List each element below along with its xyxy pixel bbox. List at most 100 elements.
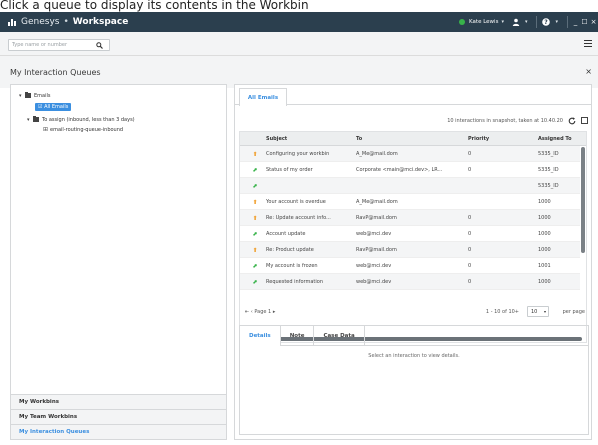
cell-priority: 0	[468, 215, 472, 221]
tree-node-label: To assign (inbound, less than 3 days)	[42, 116, 135, 123]
title-bar-controls: Kate Lewis ▾ ▾ ? ▾ _ ☐ ×	[459, 12, 598, 32]
cell-to: RavP@mail.dom	[356, 215, 397, 221]
help-icon[interactable]: ?	[540, 12, 552, 32]
tree-node-label: Emails	[34, 92, 51, 99]
table-row[interactable]: ⬆ 5335_ID	[240, 178, 580, 194]
tree-node-label: email-routing-queue-inbound	[50, 126, 124, 133]
search-icon[interactable]	[93, 40, 105, 50]
column-header-assigned-to[interactable]: Assigned To	[538, 136, 572, 142]
tree-node-to-assign[interactable]: ▾ To assign (inbound, less than 3 days)	[27, 115, 135, 124]
brand-separator: •	[63, 17, 69, 27]
contact-menu-chevron-down-icon[interactable]: ▾	[525, 19, 528, 25]
cell-assigned-to: 1000	[538, 247, 551, 253]
main-menu-icon[interactable]	[584, 40, 592, 47]
nav-item-my-team-workbins[interactable]: My Team Workbins	[11, 409, 226, 424]
column-header-priority[interactable]: Priority	[468, 136, 489, 142]
grid-header: Subject To Priority Assigned To	[240, 132, 586, 146]
queue-tab-strip: All Emails	[235, 85, 591, 106]
vertical-scrollbar[interactable]	[581, 147, 585, 253]
details-panel: Details Note Case Data Select an interac…	[239, 325, 589, 435]
maximize-button[interactable]: ☐	[580, 12, 589, 32]
close-window-button[interactable]: ×	[589, 12, 598, 32]
page-size-select[interactable]: 10 ▾	[527, 306, 549, 317]
cell-priority: 0	[468, 151, 472, 157]
popout-icon[interactable]	[581, 117, 588, 124]
tree-node-all-emails[interactable]: ☑ All Emails	[35, 102, 72, 111]
cell-to: web@mci.dev	[356, 263, 392, 269]
instruction-caption: Click a queue to display its contents in…	[0, 0, 598, 12]
cell-assigned-to: 1000	[538, 279, 551, 285]
queue-tree-panel: ▾ Emails ☑ All Emails ▾ To assign (inbou…	[10, 84, 227, 440]
page-size-value: 10	[531, 308, 538, 315]
cell-subject: My account is frozen	[266, 263, 318, 269]
snapshot-bar: 10 interactions in snapshot, taken at 10…	[235, 115, 591, 127]
details-empty-message: Select an interaction to view details.	[368, 353, 460, 359]
user-menu-chevron-down-icon[interactable]: ▾	[501, 19, 504, 25]
cell-to: Corporate <main@mci.dev>, LR...	[356, 167, 443, 173]
cell-to: A_Me@mail.dom	[356, 199, 398, 205]
tab-case-data[interactable]: Case Data	[314, 326, 365, 346]
tab-details[interactable]: Details	[240, 326, 281, 346]
cell-priority: 0	[468, 231, 472, 237]
inbound-email-icon: ⬆	[252, 150, 258, 158]
contact-icon[interactable]	[510, 12, 522, 32]
outbound-email-icon: ⬆	[250, 261, 260, 271]
view-navigation: My Workbins My Team Workbins My Interact…	[11, 394, 226, 439]
snapshot-status: 10 interactions in snapshot, taken at 10…	[447, 118, 563, 124]
tab-all-emails[interactable]: All Emails	[239, 88, 287, 106]
minimize-button[interactable]: _	[571, 12, 580, 32]
cell-priority: 0	[468, 247, 472, 253]
refresh-icon[interactable]	[567, 116, 576, 125]
table-row[interactable]: ⬆ Status of my order Corporate <main@mci.d…	[240, 162, 580, 178]
cell-subject: Status of my order	[266, 167, 313, 173]
cell-subject: Configuring your workbin	[266, 151, 330, 157]
outbound-email-icon: ⬆	[250, 229, 260, 239]
cell-priority: 0	[468, 167, 472, 173]
table-row[interactable]: ⬆ Requested information web@mci.dev 0 1000	[240, 274, 580, 290]
tab-note[interactable]: Note	[281, 326, 315, 346]
svg-text:?: ?	[545, 19, 549, 26]
column-header-to[interactable]: To	[356, 136, 362, 142]
cell-assigned-to: 1000	[538, 231, 551, 237]
cell-assigned-to: 1000	[538, 199, 551, 205]
nav-item-my-workbins[interactable]: My Workbins	[11, 394, 226, 409]
nav-item-my-interaction-queues[interactable]: My Interaction Queues	[11, 424, 226, 439]
cell-to: A_Me@mail.dom	[356, 151, 398, 157]
cell-assigned-to: 1001	[538, 263, 551, 269]
tree-node-routing-queue[interactable]: ⊞ email-routing-queue-inbound	[43, 125, 123, 134]
cell-assigned-to: 1000	[538, 215, 551, 221]
title-bar: Genesys • Workspace Kate Lewis ▾ ▾ ? ▾ _…	[0, 12, 598, 32]
cell-subject: Account update	[266, 231, 306, 237]
search-input[interactable]	[9, 42, 93, 48]
cell-to: web@mci.dev	[356, 279, 392, 285]
cell-subject: Your account is overdue	[266, 199, 326, 205]
column-header-subject[interactable]: Subject	[266, 136, 287, 142]
per-page-label: per page	[562, 309, 585, 315]
close-view-button[interactable]: ×	[585, 67, 592, 76]
pager-range: 1 - 10 of 10+	[485, 309, 519, 315]
table-row[interactable]: ⬆ Configuring your workbin A_Me@mail.dom 0 5…	[240, 146, 580, 162]
inbound-email-icon: ⬆	[252, 214, 258, 222]
table-row[interactable]: ⬆ My account is frozen web@mci.dev 0 1001	[240, 258, 580, 274]
app-title: Workspace	[72, 17, 129, 27]
help-menu-chevron-down-icon[interactable]: ▾	[555, 19, 558, 25]
pager-navigation[interactable]: ⇤ ‹ Page 1 ▸	[245, 309, 275, 315]
inbound-email-icon: ⬆	[252, 246, 258, 254]
cell-subject: Requested information	[266, 279, 324, 285]
cell-priority: 0	[468, 279, 472, 285]
table-row[interactable]: ⬆ Re: Product update RavP@mail.dom 0 1000	[240, 242, 580, 258]
team-communicator-bar	[0, 32, 598, 56]
details-tab-strip: Details Note Case Data	[240, 326, 588, 346]
cell-to: RavP@mail.dom	[356, 247, 397, 253]
tree-node-emails[interactable]: ▾ Emails	[19, 91, 50, 100]
cell-assigned-to: 5335_ID	[538, 167, 559, 173]
folder-icon	[25, 92, 31, 98]
brand-name: Genesys	[21, 17, 60, 27]
user-name[interactable]: Kate Lewis	[469, 19, 498, 25]
cell-priority: 0	[468, 263, 472, 269]
table-row[interactable]: ⬆ Re: Update account info... RavP@mail.dom…	[240, 210, 580, 226]
cell-assigned-to: 5335_ID	[538, 151, 559, 157]
chevron-down-icon: ▾	[543, 309, 546, 314]
table-row[interactable]: ⬆ Your account is overdue A_Me@mail.dom 100…	[240, 194, 580, 210]
table-row[interactable]: ⬆ Account update web@mci.dev 0 1000	[240, 226, 580, 242]
